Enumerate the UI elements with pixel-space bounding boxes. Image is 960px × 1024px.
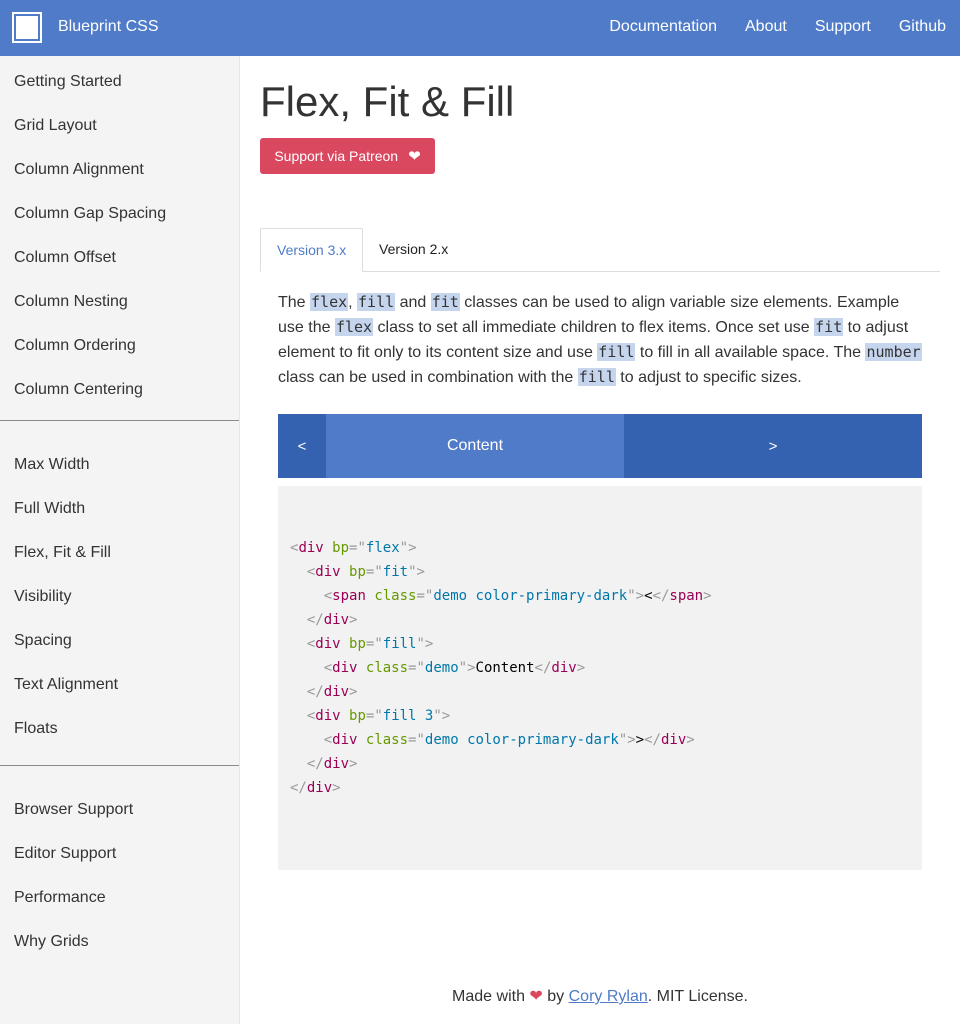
inline-code: flex [334, 318, 374, 336]
footer-by: by [542, 988, 569, 1005]
inline-code: fill [597, 343, 636, 361]
main-content: Flex, Fit & Fill Support via Patreon ❤ V… [240, 56, 960, 1024]
tab-version-3[interactable]: Version 3.x [260, 228, 364, 272]
sidebar-item-floats[interactable]: Floats [0, 703, 239, 747]
inline-code: fill [357, 293, 396, 311]
description-text: The flex, fill and fit classes can be us… [278, 293, 922, 386]
sidebar-item-browser-support[interactable]: Browser Support [0, 784, 239, 828]
nav-github[interactable]: Github [899, 18, 946, 36]
sidebar-item-column-offset[interactable]: Column Offset [0, 232, 239, 276]
nav-documentation[interactable]: Documentation [609, 18, 717, 36]
version-tabs: Version 3.x Version 2.x [260, 228, 940, 272]
code-block: <div bp="flex"> <div bp="fit"> <span cla… [290, 540, 712, 796]
sidebar-item-grid-layout[interactable]: Grid Layout [0, 100, 239, 144]
top-navbar: Blueprint CSS Documentation About Suppor… [0, 0, 960, 56]
sidebar-item-column-nesting[interactable]: Column Nesting [0, 276, 239, 320]
sidebar-item-full-width[interactable]: Full Width [0, 483, 239, 527]
sidebar-item-performance[interactable]: Performance [0, 872, 239, 916]
sidebar-item-flex-fit-fill[interactable]: Flex, Fit & Fill [0, 527, 239, 571]
brand-name[interactable]: Blueprint CSS [58, 18, 159, 36]
sidebar-divider [0, 420, 239, 421]
sidebar-group-grid: Getting Started Grid Layout Column Align… [0, 56, 239, 420]
sidebar-item-column-gap-spacing[interactable]: Column Gap Spacing [0, 188, 239, 232]
nav-support[interactable]: Support [815, 18, 871, 36]
sidebar-group-utilities: Max Width Full Width Flex, Fit & Fill Vi… [0, 439, 239, 765]
inline-code: number [865, 343, 922, 361]
footer-made-with: Made with [452, 988, 525, 1005]
sidebar-divider [0, 765, 239, 766]
nav-about[interactable]: About [745, 18, 787, 36]
sidebar-item-editor-support[interactable]: Editor Support [0, 828, 239, 872]
footer-license: . MIT License. [647, 988, 748, 1005]
sidebar-item-spacing[interactable]: Spacing [0, 615, 239, 659]
code-example[interactable]: <div bp="flex"> <div bp="fit"> <span cla… [278, 486, 922, 870]
sidebar-item-why-grids[interactable]: Why Grids [0, 916, 239, 960]
heart-icon: ❤ [529, 988, 543, 1005]
page-title: Flex, Fit & Fill [260, 78, 515, 125]
demo-fit-item: < [278, 414, 326, 478]
sidebar-item-visibility[interactable]: Visibility [0, 571, 239, 615]
sidebar-item-column-centering[interactable]: Column Centering [0, 364, 239, 408]
sidebar-group-about: Browser Support Editor Support Performan… [0, 784, 239, 960]
tab-version-2[interactable]: Version 2.x [363, 228, 464, 272]
inline-code: fit [814, 318, 844, 336]
inline-code: fit [430, 293, 460, 311]
inline-code: flex [310, 293, 349, 311]
logo-icon[interactable] [12, 12, 42, 43]
flex-demo: < Content > [278, 414, 922, 478]
demo-fill-item: Content [326, 414, 624, 478]
patreon-button[interactable]: Support via Patreon ❤ [260, 138, 435, 174]
page-footer: Made with ❤ by Cory Rylan. MIT License. [240, 986, 960, 1006]
inline-code: fill [577, 368, 616, 386]
sidebar-item-max-width[interactable]: Max Width [0, 439, 239, 483]
sidebar-item-getting-started[interactable]: Getting Started [0, 56, 239, 100]
author-link[interactable]: Cory Rylan [569, 988, 648, 1005]
top-nav: Documentation About Support Github [609, 18, 946, 36]
sidebar-item-column-alignment[interactable]: Column Alignment [0, 144, 239, 188]
patreon-label: Support via Patreon [274, 148, 399, 164]
demo-fill-3-item: > [624, 414, 922, 478]
sidebar-item-column-ordering[interactable]: Column Ordering [0, 320, 239, 364]
sidebar-item-text-alignment[interactable]: Text Alignment [0, 659, 239, 703]
heart-icon: ❤ [408, 148, 421, 165]
sidebar: Getting Started Grid Layout Column Align… [0, 56, 240, 1024]
